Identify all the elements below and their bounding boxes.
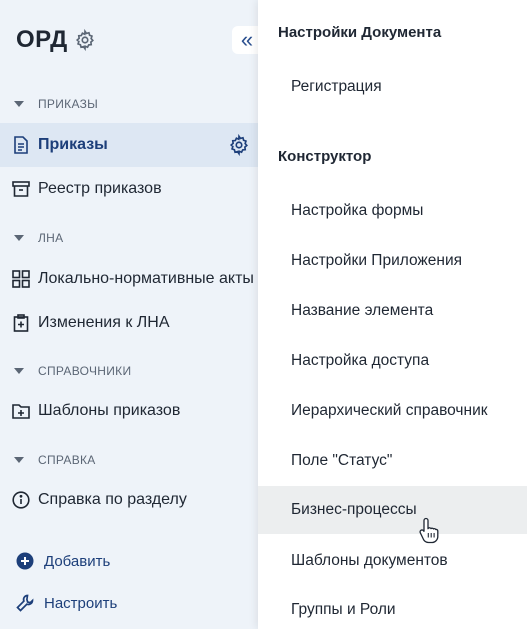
section-label: СПРАВОЧНИКИ — [38, 364, 132, 378]
section-help[interactable]: СПРАВКА — [14, 453, 96, 467]
sidebar-item-orders-registry[interactable]: Реестр приказов — [0, 167, 258, 211]
document-settings-heading: Настройки Документа — [278, 24, 442, 41]
menu-item-hierarchical-reference[interactable]: Иерархический справочник — [258, 387, 527, 435]
app-header: ОРД — [16, 24, 96, 56]
sidebar-item-order-templates[interactable]: Шаблоны приказов — [0, 389, 258, 433]
clipboard-plus-icon — [12, 314, 30, 332]
sidebar-item-label: Реестр приказов — [38, 180, 162, 197]
menu-item-groups-roles[interactable]: Группы и Роли — [258, 586, 527, 629]
wrench-icon — [16, 594, 34, 612]
menu-item-access-settings[interactable]: Настройка доступа — [258, 337, 527, 385]
gear-icon[interactable] — [74, 29, 96, 51]
add-label: Добавить — [44, 552, 111, 570]
app-title: ОРД — [16, 26, 68, 53]
sidebar-item-label: Приказы — [38, 136, 108, 153]
document-icon — [12, 136, 30, 154]
add-button[interactable]: Добавить — [16, 552, 110, 570]
collapse-triangle-icon — [14, 368, 24, 374]
sidebar-item-lna-changes[interactable]: Изменения к ЛНА — [0, 301, 258, 345]
menu-item-element-name[interactable]: Название элемента — [258, 287, 527, 335]
section-lna[interactable]: ЛНА — [14, 231, 63, 245]
menu-item-registration[interactable]: Регистрация — [258, 63, 527, 111]
section-references[interactable]: СПРАВОЧНИКИ — [14, 364, 131, 378]
collapse-triangle-icon — [14, 235, 24, 241]
grid-icon — [12, 270, 30, 288]
builder-heading: Конструктор — [278, 148, 372, 165]
sidebar-item-orders[interactable]: Приказы — [0, 123, 258, 167]
sidebar-item-local-acts[interactable]: Локально-нормативные акты — [0, 257, 258, 301]
configure-label: Настроить — [44, 594, 118, 612]
section-orders[interactable]: ПРИКАЗЫ — [14, 97, 98, 111]
plus-circle-icon — [16, 552, 34, 570]
sidebar-item-label: Справка по разделу — [38, 491, 187, 508]
section-label: СПРАВКА — [38, 453, 96, 467]
menu-item-form-settings[interactable]: Настройка формы — [258, 187, 527, 235]
menu-item-business-processes[interactable]: Бизнес-процессы — [258, 486, 527, 534]
archive-box-icon — [12, 180, 30, 198]
sidebar-item-label: Локально-нормативные акты — [38, 270, 254, 287]
collapse-triangle-icon — [14, 101, 24, 107]
info-icon — [12, 491, 30, 509]
folder-plus-icon — [12, 402, 30, 420]
menu-item-app-settings[interactable]: Настройки Приложения — [258, 237, 527, 285]
sidebar-item-label: Изменения к ЛНА — [38, 314, 170, 331]
menu-item-document-templates[interactable]: Шаблоны документов — [258, 537, 527, 585]
sidebar-item-section-help[interactable]: Справка по разделу — [0, 478, 258, 522]
double-chevron-left-icon: « — [240, 27, 254, 52]
gear-icon[interactable] — [228, 134, 250, 156]
hand-pointer-icon — [418, 516, 444, 544]
sidebar: ОРД ПРИКАЗЫ Приказы Реестр приказов ЛНА … — [0, 0, 258, 629]
menu-item-status-field[interactable]: Поле "Статус" — [258, 437, 527, 485]
sidebar-item-label: Шаблоны приказов — [38, 402, 181, 419]
configure-button[interactable]: Настроить — [16, 594, 117, 612]
settings-dropdown: Настройки Документа Регистрация Конструк… — [258, 0, 527, 629]
section-label: ПРИКАЗЫ — [38, 97, 99, 111]
collapse-triangle-icon — [14, 457, 24, 463]
section-label: ЛНА — [38, 231, 64, 245]
